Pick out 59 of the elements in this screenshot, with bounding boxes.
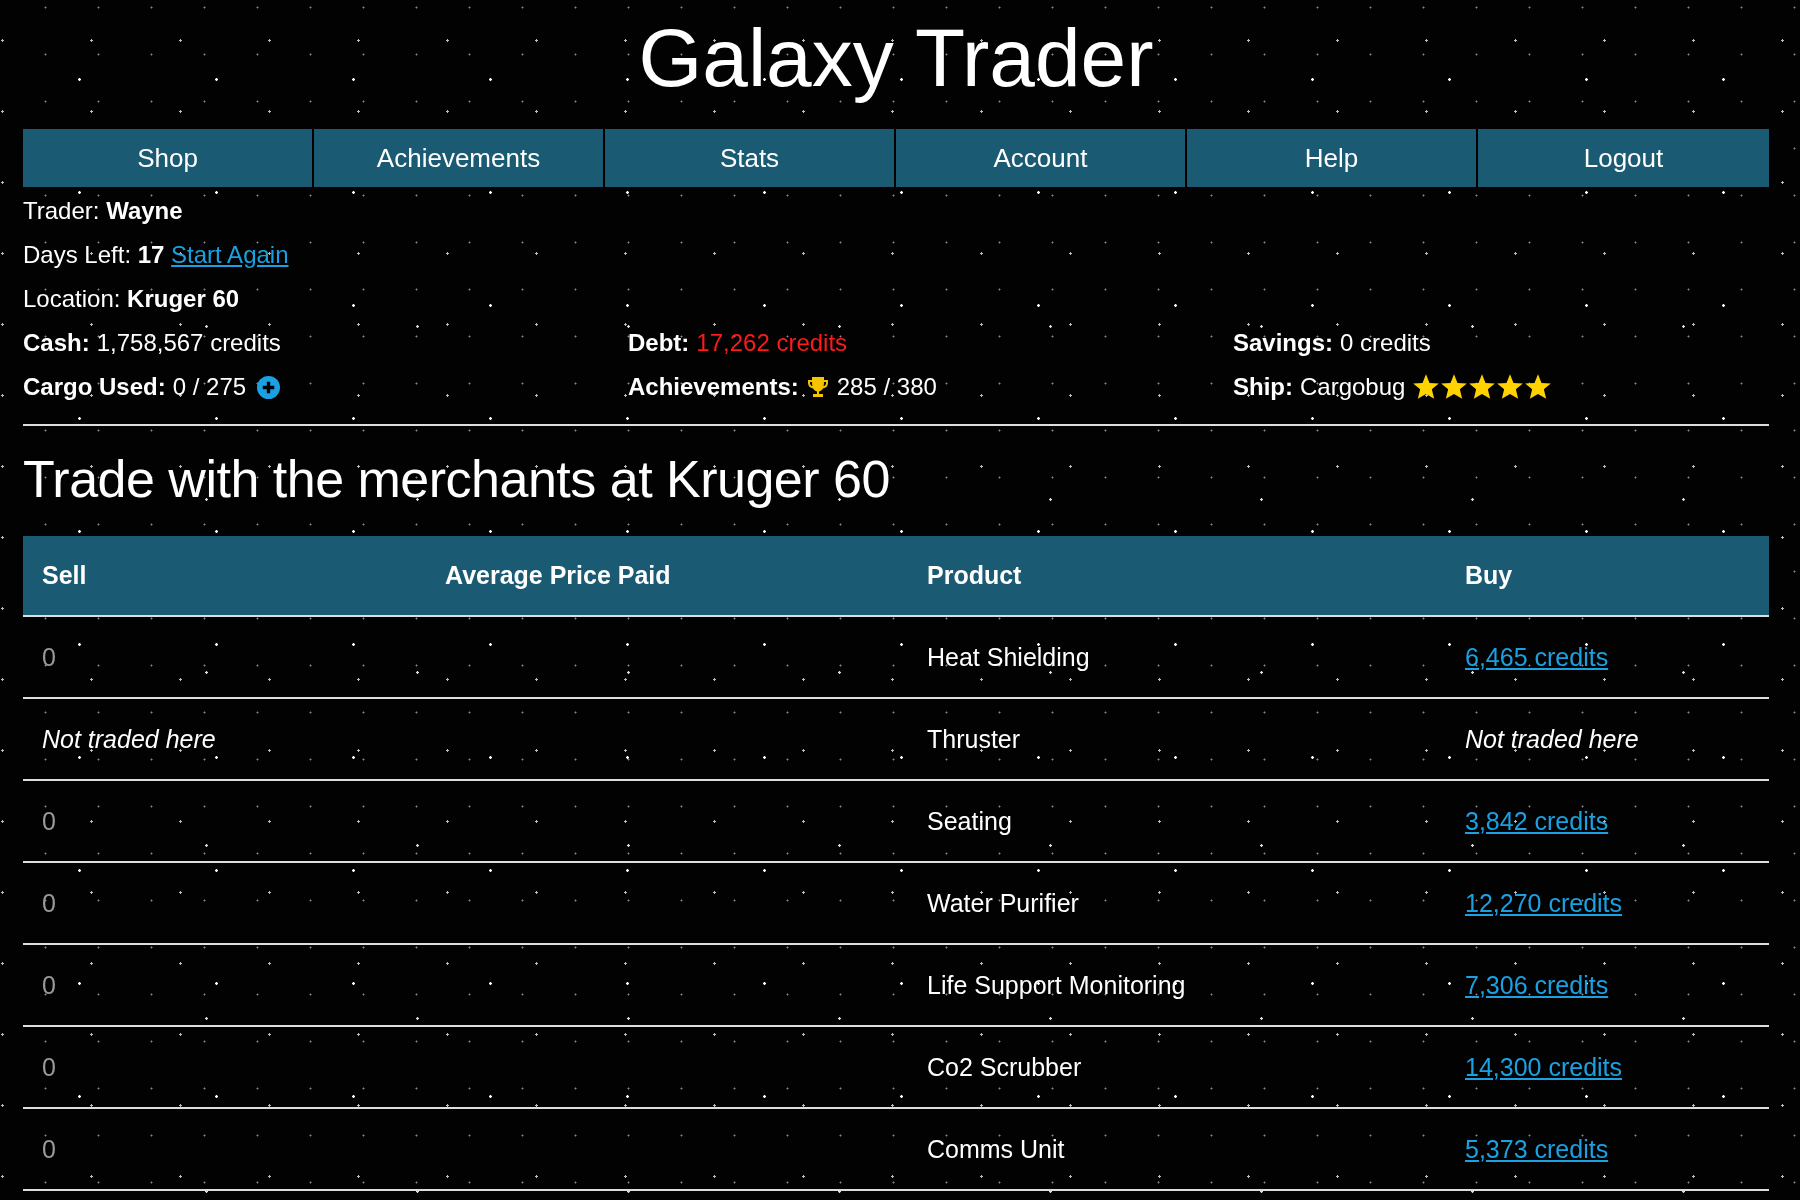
column-header: Average Price Paid [426,536,908,616]
nav-tab[interactable]: Achievements [314,129,605,187]
add-cargo-icon[interactable] [257,375,281,399]
buy-price-link[interactable]: 3,842 credits [1465,806,1609,835]
column-header: Sell [23,536,426,616]
product-name: Comms Unit [927,1134,1065,1163]
sell-quantity: 0 [42,806,56,835]
buy-price-link[interactable]: 14,300 credits [1465,1052,1623,1081]
stat-label: Ship: [1233,372,1293,402]
column-header: Product [908,536,1446,616]
stat-value: 0 / 275 [172,372,247,402]
nav-tab[interactable]: Shop [23,129,314,187]
buy-price-link[interactable]: 6,465 credits [1465,642,1609,671]
sell-quantity: 0 [42,1052,56,1081]
trader-label: Trader: [23,197,100,224]
location-value: Kruger 60 [127,285,240,312]
product-name: Heat Shielding [927,642,1090,671]
product-name: Thruster [927,724,1021,753]
stat-value: 1,758,567 credits [96,328,281,358]
section-heading: Trade with the merchants at Kruger 60 [23,449,891,510]
nav-tab[interactable]: Account [896,129,1187,187]
stat-label: Cash: [23,328,90,358]
stat-label: Achievements: [628,372,799,402]
sell-quantity: 0 [42,970,56,999]
product-name: Life Support Monitoring [927,970,1186,999]
buy-price-link[interactable]: 5,373 credits [1465,1134,1609,1163]
buy-price-link[interactable]: 12,270 credits [1465,888,1623,917]
days-left-label: Days Left: [23,241,132,268]
buy-price-link[interactable]: 7,306 credits [1465,970,1609,999]
product-name: Seating [927,806,1012,835]
stat-value: 0 credits [1340,328,1431,358]
sell-quantity: 0 [42,642,56,671]
stat-label: Debt: [628,328,690,358]
sell-quantity: 0 [42,888,56,917]
product-name: Co2 Scrubber [927,1052,1082,1081]
star-icon [1496,373,1525,401]
start-again-link[interactable]: Start Again [171,241,289,268]
product-name: Water Purifier [927,888,1079,917]
app-title: Galaxy Trader [637,11,1155,105]
days-left-value: 17 [137,241,165,268]
trader-name: Wayne [106,197,183,224]
stat-label: Savings: [1233,328,1334,358]
not-traded-note: Not traded here [1465,724,1639,753]
star-icon [1468,373,1497,401]
stat-value: Cargobug [1300,372,1406,402]
location-label: Location: [23,285,121,312]
star-icon [1440,373,1469,401]
column-header: Buy [1446,536,1769,616]
not-traded-note: Not traded here [42,724,216,753]
star-icon [1524,373,1553,401]
nav-tab[interactable]: Logout [1478,129,1769,187]
nav-tab[interactable]: Stats [605,129,896,187]
nav-tab[interactable]: Help [1187,129,1478,187]
stat-value: 285 / 380 [836,372,937,402]
trophy-icon [805,375,830,399]
star-icon [1412,373,1441,401]
stat-value: 17,262 credits [696,328,848,358]
sell-quantity: 0 [42,1134,56,1163]
stat-label: Cargo Used: [23,372,166,402]
